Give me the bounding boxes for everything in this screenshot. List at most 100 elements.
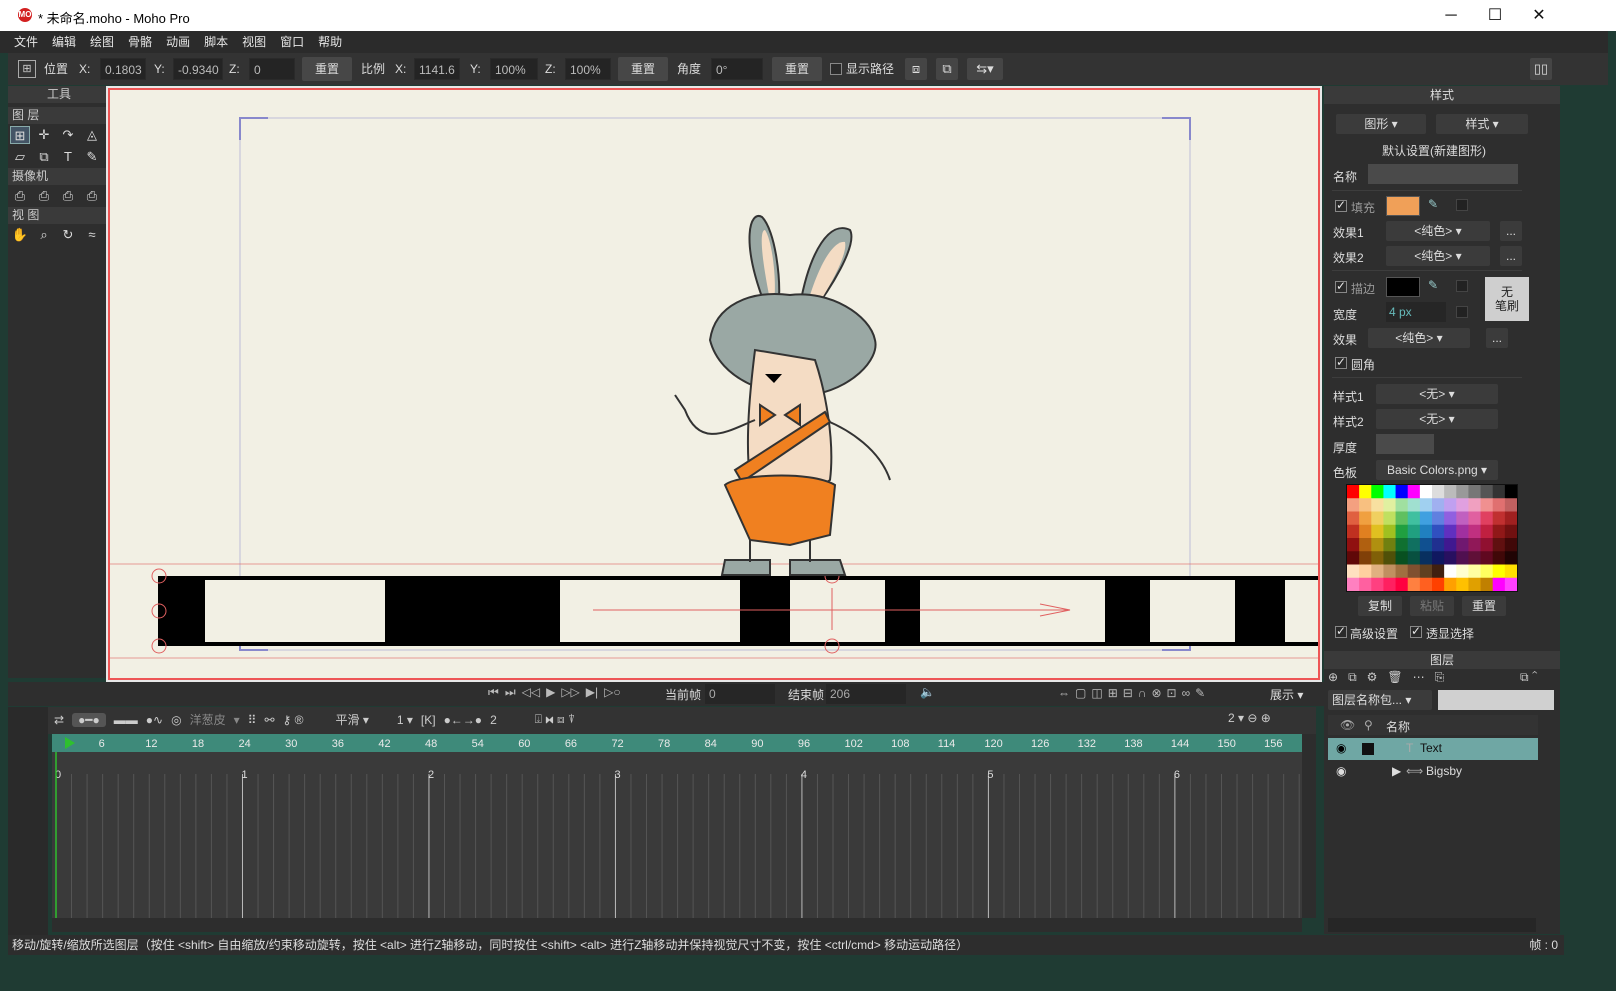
effect2-more-button[interactable]: ... — [1500, 246, 1522, 266]
palette-swatch[interactable] — [1407, 524, 1421, 539]
reset-position-button[interactable]: 重置 — [302, 57, 352, 81]
palette-swatch[interactable] — [1480, 577, 1494, 592]
palette-swatch[interactable] — [1419, 498, 1433, 512]
palette-swatch[interactable] — [1395, 498, 1409, 512]
palette-swatch[interactable] — [1444, 498, 1457, 512]
palette-swatch[interactable] — [1480, 485, 1494, 499]
stroke-color-swatch[interactable] — [1386, 277, 1420, 297]
palette-swatch[interactable] — [1371, 485, 1384, 499]
palette-swatch[interactable] — [1347, 511, 1360, 526]
prev-key-button[interactable]: ⏭ — [505, 685, 516, 700]
palette-swatch[interactable] — [1468, 564, 1482, 579]
stroke-swatch-small[interactable] — [1456, 280, 1468, 292]
camera-pan-tool[interactable]: ⎙ — [82, 187, 102, 205]
name-field[interactable] — [1368, 164, 1518, 184]
eyedropper-tool[interactable]: ✎ — [82, 148, 102, 166]
palette-swatch[interactable] — [1504, 485, 1518, 499]
onion-skin-icon[interactable]: ◎ — [171, 713, 181, 727]
palette-swatch[interactable] — [1468, 485, 1482, 499]
pos-x-field[interactable]: 0.1803 — [100, 58, 146, 80]
reset-scale-button[interactable]: 重置 — [618, 57, 668, 81]
menu-draw[interactable]: 绘图 — [76, 31, 114, 53]
reset-angle-button[interactable]: 重置 — [772, 57, 822, 81]
palette-swatch[interactable] — [1480, 538, 1494, 552]
palette-swatch[interactable] — [1371, 564, 1384, 579]
layer-row-text[interactable]: ◉ T Text — [1328, 738, 1538, 760]
palette-swatch[interactable] — [1468, 538, 1482, 552]
timeline-swap-icon[interactable]: ⇄ — [54, 713, 64, 727]
palette-swatch[interactable] — [1432, 485, 1445, 499]
palette-swatch[interactable] — [1419, 511, 1433, 526]
pos-y-field[interactable]: -0.9340 — [173, 58, 223, 80]
palette-swatch[interactable] — [1395, 524, 1409, 539]
layer-filter-dropdown[interactable]: 图层名称包... ▾ — [1328, 690, 1432, 710]
keyframe-mode-icon[interactable]: ●━● — [72, 712, 106, 727]
stroke-effect-more-button[interactable]: ... — [1486, 328, 1508, 348]
menu-window[interactable]: 窗口 — [266, 31, 304, 53]
palette-swatch[interactable] — [1492, 538, 1506, 552]
palette-swatch[interactable] — [1383, 498, 1397, 512]
motion-graph-icon[interactable]: ●∿ — [146, 713, 163, 727]
pos-z-field[interactable]: 0 — [249, 58, 295, 80]
palette-swatch[interactable] — [1504, 524, 1518, 539]
first-frame-button[interactable]: ⏮ — [488, 685, 499, 700]
palette-swatch[interactable] — [1419, 538, 1433, 552]
effect2-dropdown[interactable]: <纯色> ▾ — [1386, 246, 1490, 266]
color-palette-grid[interactable] — [1346, 484, 1518, 592]
palette-swatch[interactable] — [1456, 498, 1469, 512]
next-frame-button[interactable]: ▷▷ — [561, 685, 579, 700]
set-origin-tool[interactable]: ✛ — [34, 126, 54, 144]
fill-checkbox[interactable] — [1335, 198, 1347, 212]
shear-tool[interactable]: ◬ — [82, 126, 102, 144]
flip-icon[interactable]: ⧉ — [936, 58, 958, 80]
expand-arrow-icon[interactable]: ▶ — [1392, 764, 1401, 778]
menu-edit[interactable]: 编辑 — [38, 31, 76, 53]
style-dropdown[interactable]: 样式 ▾ — [1436, 114, 1528, 134]
palette-swatch[interactable] — [1347, 498, 1360, 512]
layer-search-input[interactable] — [1438, 690, 1554, 710]
layer-row-bigsby[interactable]: ◉ ▶ ⟺ Bigsby — [1328, 761, 1538, 783]
k-icon[interactable]: [K] — [421, 713, 436, 727]
palette-swatch[interactable] — [1347, 564, 1360, 579]
palette-swatch[interactable] — [1395, 564, 1409, 579]
align-icon[interactable]: ⧈ — [905, 58, 927, 80]
palette-swatch[interactable] — [1383, 485, 1397, 499]
palette-swatch[interactable] — [1407, 551, 1421, 565]
stage-canvas[interactable] — [108, 88, 1320, 680]
advanced-checkbox[interactable] — [1335, 624, 1347, 638]
palette-swatch[interactable] — [1492, 577, 1506, 592]
rotate-view-tool[interactable]: ↻ — [58, 226, 78, 244]
frame-ruler[interactable]: 6 12 18 24 30 36 42 48 54 60 66 72 78 84 90 96 102 108 114… — [52, 734, 1302, 752]
ease-dropdown[interactable]: 1 ▾ — [397, 713, 413, 727]
step-icon[interactable]: ●←→● — [444, 713, 483, 727]
switch-layer-tool[interactable]: ⧉ — [34, 148, 54, 166]
zoom-tool[interactable]: ⌕ — [34, 226, 54, 244]
angle-field[interactable]: 0° — [711, 58, 763, 80]
copy-button[interactable]: 复制 — [1358, 596, 1402, 616]
palette-swatch[interactable] — [1419, 524, 1433, 539]
timeline-hscrollbar[interactable] — [52, 918, 1302, 932]
palette-swatch[interactable] — [1492, 564, 1506, 579]
interpolation-dropdown[interactable]: 平滑 ▾ — [335, 711, 368, 728]
palette-swatch[interactable] — [1480, 551, 1494, 565]
transform-layer-tool[interactable]: ⊞ — [10, 126, 30, 144]
close-button[interactable]: ✕ — [1516, 2, 1562, 29]
layer-panel-menu-icon[interactable]: ⧉ ⌃ — [1520, 670, 1538, 685]
camera-track-tool[interactable]: ⎙ — [10, 187, 30, 205]
palette-swatch[interactable] — [1359, 524, 1372, 539]
palette-swatch[interactable] — [1444, 564, 1457, 579]
palette-swatch[interactable] — [1347, 538, 1360, 552]
palette-swatch[interactable] — [1407, 538, 1421, 552]
no-brush-button[interactable]: 无 笔刷 — [1485, 277, 1529, 321]
docs-icon[interactable]: ▯▯ — [1530, 58, 1552, 80]
xray-checkbox[interactable] — [1410, 624, 1422, 638]
palette-swatch[interactable] — [1492, 511, 1506, 526]
palette-swatch[interactable] — [1419, 577, 1433, 592]
palette-swatch[interactable] — [1492, 551, 1506, 565]
palette-swatch[interactable] — [1383, 524, 1397, 539]
palette-swatch[interactable] — [1432, 564, 1445, 579]
palette-swatch[interactable] — [1395, 485, 1409, 499]
channels-icon[interactable]: ▬▬ — [114, 713, 138, 727]
palette-swatch[interactable] — [1383, 538, 1397, 552]
palette-swatch[interactable] — [1480, 564, 1494, 579]
